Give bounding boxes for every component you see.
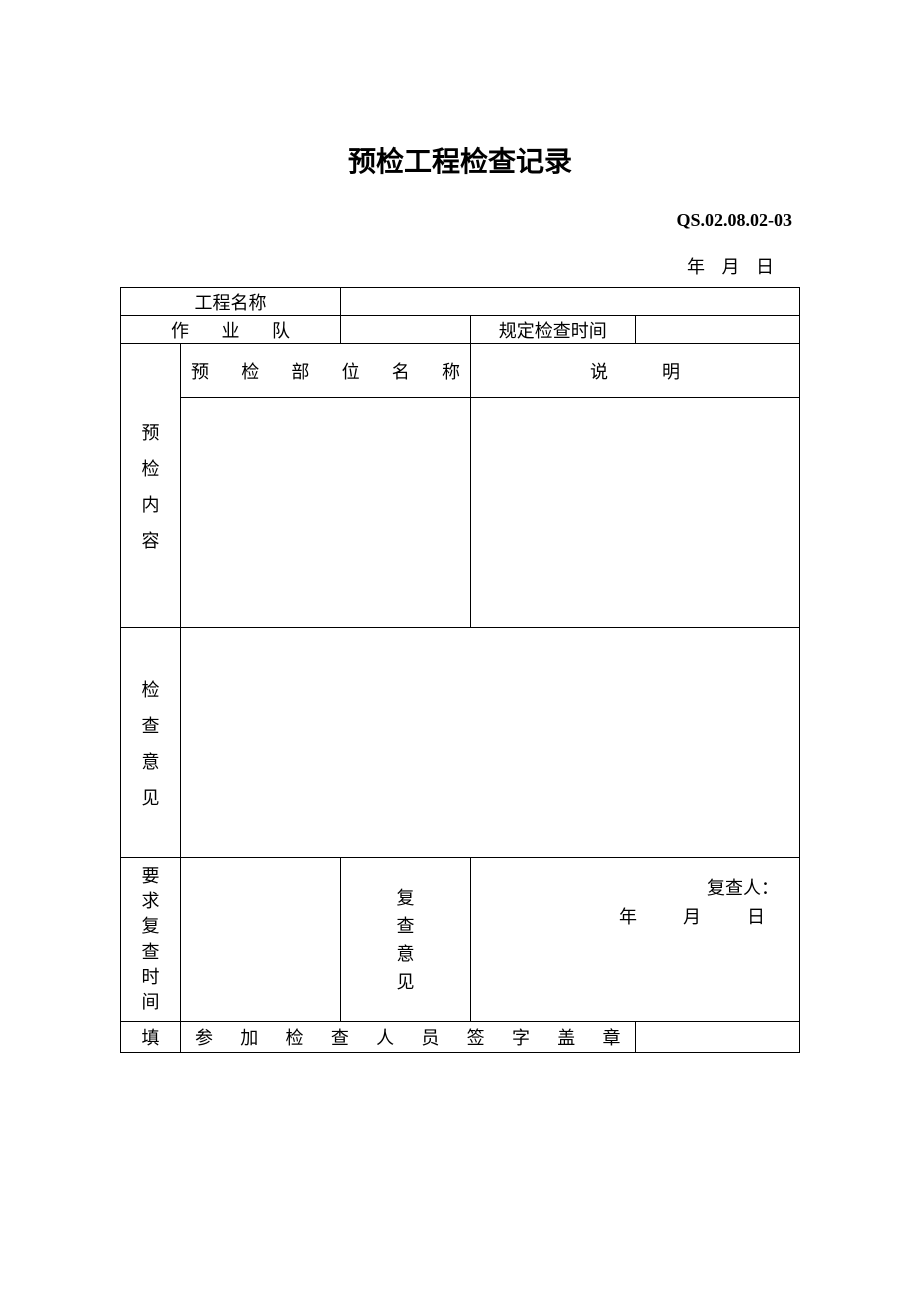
top-date-line: 年 月 日 — [120, 253, 800, 279]
value-recheck-time-req — [181, 858, 341, 1022]
label-fill: 填 — [121, 1022, 181, 1053]
page-title: 预检工程检查记录 — [120, 140, 800, 180]
row-precheck-content — [121, 398, 800, 628]
label-inspection-opinion: 检 查 意 见 — [121, 628, 181, 858]
value-scheduled-time — [635, 316, 800, 344]
inspection-form-table: 工程名称 作 业 队 规定检查时间 预 检 内 容 预 检 部 位 名 称 说 … — [120, 287, 800, 1053]
label-precheck-unit-name: 预 检 部 位 名 称 — [181, 344, 471, 398]
value-precheck-content-left — [181, 398, 471, 628]
label-sign-stamp: 参 加 检 查 人 员 签 字 盖 章 — [181, 1022, 636, 1053]
label-precheck-content: 预 检 内 容 — [121, 344, 181, 628]
document-code: QS.02.08.02-03 — [120, 210, 800, 231]
row-header-precheck: 预 检 内 容 预 检 部 位 名 称 说 明 — [121, 344, 800, 398]
value-precheck-content-right — [471, 398, 800, 628]
value-recheck-opinion: 复查人： 年 月 日 — [471, 858, 800, 1022]
value-project-name — [341, 288, 800, 316]
value-sign-stamp — [635, 1022, 800, 1053]
label-recheck-time-req: 要求复查时间 — [121, 858, 181, 1022]
row-signatures: 填 参 加 检 查 人 员 签 字 盖 章 — [121, 1022, 800, 1053]
label-work-team: 作 业 队 — [121, 316, 341, 344]
label-scheduled-time: 规定检查时间 — [471, 316, 636, 344]
row-inspection-opinion: 检 查 意 见 — [121, 628, 800, 858]
label-project-name: 工程名称 — [121, 288, 341, 316]
label-rechecker: 复查人： — [619, 874, 779, 903]
label-recheck-opinion: 复 查 意 见 — [341, 858, 471, 1022]
row-project-name: 工程名称 — [121, 288, 800, 316]
row-work-team: 作 业 队 规定检查时间 — [121, 316, 800, 344]
row-recheck: 要求复查时间 复 查 意 见 复查人： 年 月 日 — [121, 858, 800, 1022]
label-recheck-date: 年 月 日 — [619, 903, 779, 932]
page-container: 预检工程检查记录 QS.02.08.02-03 年 月 日 工程名称 作 业 队… — [0, 0, 920, 1053]
value-inspection-opinion — [181, 628, 800, 858]
label-explanation: 说 明 — [471, 344, 800, 398]
value-work-team — [341, 316, 471, 344]
